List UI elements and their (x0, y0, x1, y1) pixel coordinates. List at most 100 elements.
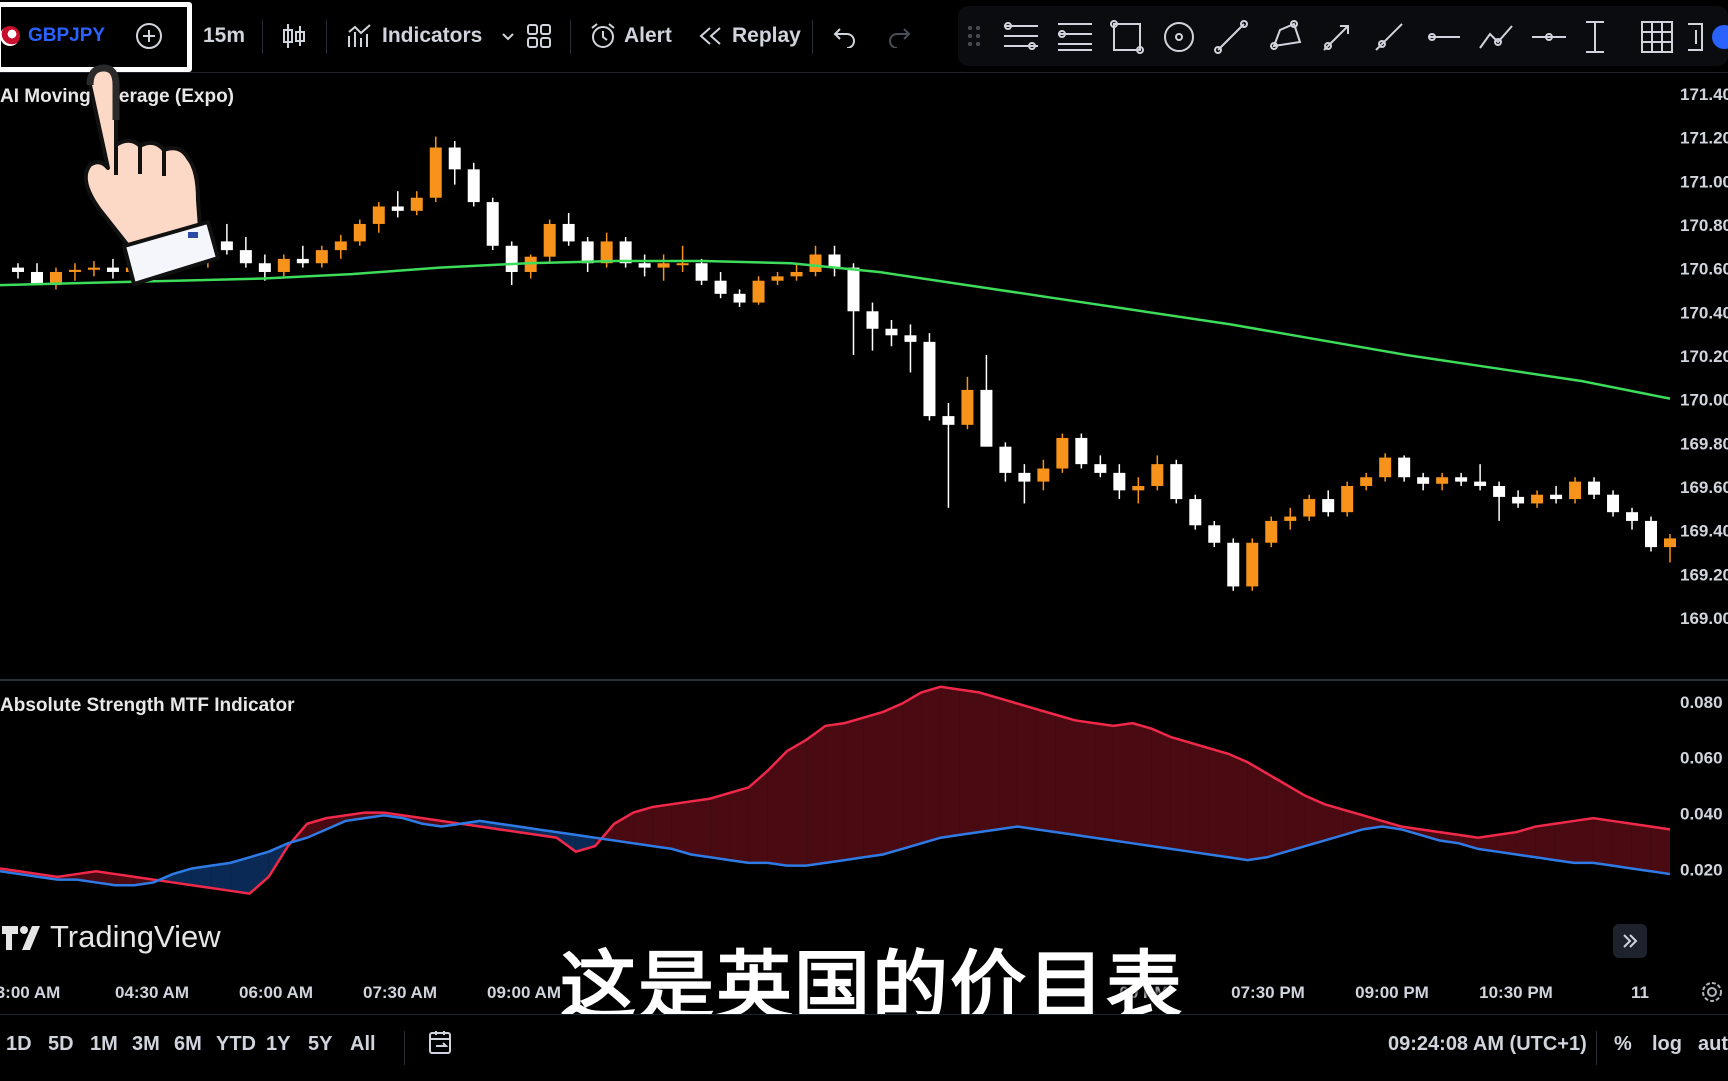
candle-body (714, 280, 727, 294)
parallel-channel-icon (1058, 23, 1092, 51)
circle-icon (1164, 22, 1194, 52)
indicators-button[interactable]: Indicators (346, 18, 516, 54)
undo-icon (833, 28, 855, 48)
candle-body (1018, 472, 1031, 482)
candle-body (1455, 477, 1468, 482)
strength-fill (1132, 723, 1152, 847)
zigzag-icon (1479, 25, 1513, 49)
alarm-clock-icon (591, 23, 615, 48)
indicators-chart-icon (348, 24, 371, 47)
strength-fill (652, 804, 672, 849)
candle-body (391, 206, 404, 211)
strength-fill (671, 801, 692, 855)
redo-button[interactable] (886, 18, 912, 54)
candle-body (809, 254, 822, 272)
candle-body (1398, 457, 1411, 478)
range-button-all[interactable]: All (350, 1033, 376, 1056)
strength-fill (1554, 820, 1575, 863)
candle-body (923, 341, 936, 417)
time-tick-label: 09:00 AM (487, 983, 561, 1002)
rewind-icon (699, 27, 721, 45)
toolbar-divider (570, 20, 571, 54)
alert-button[interactable]: Alert (588, 18, 672, 54)
time-tick-label: 11 (1631, 983, 1649, 1002)
toolbar-divider (404, 1031, 405, 1065)
candle-body (733, 293, 746, 303)
candle-body (1360, 477, 1373, 486)
log-scale-toggle[interactable]: log (1652, 1033, 1682, 1056)
range-button-3m[interactable]: 3M (132, 1033, 160, 1056)
candle-body (1113, 472, 1126, 491)
candle-body (486, 202, 499, 246)
candle-body (638, 263, 651, 268)
expand-button[interactable] (1613, 924, 1647, 958)
undo-button[interactable] (832, 18, 858, 54)
candle-body (410, 197, 423, 211)
strength-fill (844, 717, 864, 861)
clock-readout[interactable]: 09:24:08 AM (UTC+1) (1388, 1033, 1587, 1056)
range-button-1y[interactable]: 1Y (266, 1033, 290, 1056)
candle-body (1607, 494, 1620, 513)
range-button-5d[interactable]: 5D (48, 1033, 74, 1056)
candle-body (429, 147, 442, 198)
candle-body (562, 223, 575, 242)
strength-fill (978, 692, 999, 833)
trend-line-icon (1214, 20, 1248, 54)
candle-body (372, 206, 385, 224)
range-button-5y[interactable]: 5Y (308, 1033, 332, 1056)
strength-fill (1036, 709, 1056, 833)
range-button-ytd[interactable]: YTD (216, 1033, 256, 1056)
candle-body (277, 258, 290, 272)
range-button-6m[interactable]: 6M (174, 1033, 202, 1056)
redo-icon (889, 28, 911, 48)
arrow-icon (1323, 25, 1349, 51)
strength-fill (691, 798, 711, 858)
interval-button[interactable]: 15m (203, 18, 245, 54)
candle-body (1056, 437, 1069, 469)
fib-retracement-icon (1004, 22, 1038, 50)
layouts-button[interactable] (526, 18, 552, 54)
candle-body (448, 147, 461, 170)
toolbar-divider (812, 20, 813, 54)
chart-type-button[interactable] (282, 18, 306, 54)
auto-scale-toggle[interactable]: aut (1698, 1033, 1728, 1056)
chevron-down-icon (502, 33, 515, 41)
time-tick-label: 3:00 AM (0, 983, 60, 1002)
range-button-1d[interactable]: 1D (6, 1033, 32, 1056)
strength-fill (902, 692, 922, 849)
strength-fill (959, 689, 979, 835)
candle-body (1246, 542, 1259, 587)
price-tick-label: 170.40 (1680, 303, 1728, 322)
strength-fill (729, 787, 749, 863)
lower-indicator-title[interactable]: Absolute Strength MTF Indicator (0, 695, 295, 717)
candle-body (581, 241, 594, 264)
candle-body (1322, 499, 1335, 513)
strength-fill (1055, 714, 1075, 835)
horizontal-line-icon (1532, 33, 1566, 41)
toolbar-divider (326, 20, 327, 54)
candle-body (1588, 481, 1601, 495)
grid-layout-icon (527, 24, 551, 48)
candle-body (467, 169, 480, 203)
candle-body (980, 389, 993, 447)
percent-scale-toggle[interactable]: % (1614, 1033, 1632, 1056)
price-axis[interactable]: 171.40 171.20 171.00 170.80 170.60 170.40 170.… (1680, 85, 1728, 880)
strength-fill (1209, 748, 1229, 858)
candle-body (885, 328, 898, 336)
tradingview-watermark[interactable]: TradingView (0, 915, 221, 959)
strength-fill (921, 686, 941, 844)
go-to-date-button[interactable] (428, 1029, 454, 1063)
gear-icon[interactable] (1698, 978, 1726, 1006)
candle-body (1531, 494, 1544, 504)
candle-body (771, 276, 784, 281)
candle-body (258, 263, 271, 272)
price-tick-label: 169.20 (1680, 565, 1728, 584)
chart-canvas[interactable]: 171.40 171.20 171.00 170.80 170.60 170.40 170.… (0, 72, 1728, 1012)
profile-avatar[interactable] (1712, 25, 1728, 49)
range-button-1m[interactable]: 1M (90, 1033, 118, 1056)
replay-button[interactable]: Replay (698, 18, 801, 54)
candle-body (1664, 538, 1676, 548)
candle-body (1436, 477, 1449, 484)
strength-fill (1074, 720, 1095, 838)
candle-body (1569, 481, 1582, 500)
